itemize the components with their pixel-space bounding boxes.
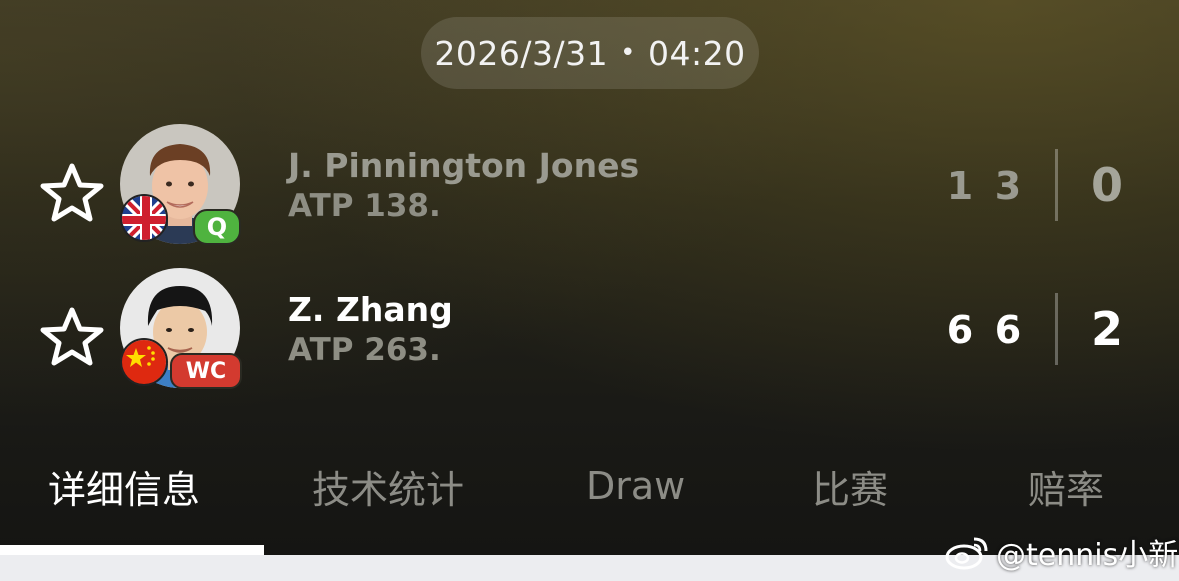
tab-statistics[interactable]: 技术统计	[312, 456, 464, 516]
player-name[interactable]: J. Pinnington Jones	[288, 146, 639, 185]
watermark: @tennis小新	[944, 532, 1179, 573]
sets-won-total: 2	[1090, 302, 1123, 356]
set-score-2: 3	[994, 164, 1022, 208]
tab-draw[interactable]: Draw	[586, 456, 685, 516]
qualifier-badge: Q	[193, 209, 241, 245]
watermark-text: @tennis小新	[996, 538, 1179, 573]
match-datetime-pill: 2026/3/31 • 04:20	[421, 17, 759, 89]
tab-odds[interactable]: 赔率	[1028, 456, 1104, 516]
set-score-2: 6	[994, 308, 1022, 352]
weibo-logo-icon	[945, 537, 988, 570]
match-date: 2026/3/31	[434, 33, 609, 73]
player-row-2[interactable]: WC Z. Zhang ATP 263. 6 6 2	[0, 266, 1179, 394]
score-divider	[1055, 149, 1058, 221]
match-time: 04:20	[647, 33, 746, 73]
wildcard-badge: WC	[170, 353, 242, 389]
set-score-1: 6	[946, 308, 974, 352]
tab-matches[interactable]: 比赛	[812, 456, 888, 516]
player-rank: ATP 263.	[288, 332, 441, 368]
active-tab-indicator	[0, 545, 264, 555]
set-score-1: 1	[946, 164, 974, 208]
sets-won-total: 0	[1090, 158, 1123, 212]
score-divider	[1055, 293, 1058, 365]
favorite-star-icon[interactable]	[40, 162, 104, 222]
player-name[interactable]: Z. Zhang	[288, 290, 453, 329]
favorite-star-icon[interactable]	[40, 306, 104, 366]
united-kingdom-flag-icon	[120, 194, 168, 242]
china-flag-icon	[120, 338, 168, 386]
player-rank: ATP 138.	[288, 188, 441, 224]
player-row-1[interactable]: Q J. Pinnington Jones ATP 138. 1 3 0	[0, 122, 1179, 250]
tab-details[interactable]: 详细信息	[48, 456, 200, 516]
datetime-separator: •	[620, 38, 636, 68]
tab-bar: 详细信息 技术统计 Draw 比赛 赔率	[0, 456, 1179, 516]
